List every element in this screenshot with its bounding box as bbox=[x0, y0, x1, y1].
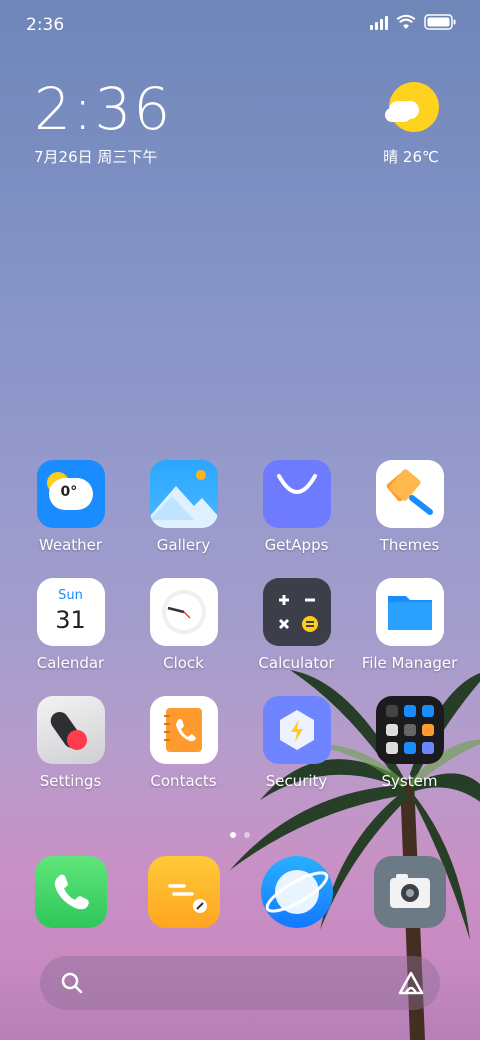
dock-app-notes[interactable] bbox=[127, 856, 240, 928]
status-icons bbox=[370, 14, 456, 30]
settings-toggle-icon bbox=[36, 696, 105, 764]
app-label: Clock bbox=[163, 654, 204, 672]
app-gallery[interactable]: Gallery bbox=[127, 460, 240, 554]
app-security[interactable]: Security bbox=[240, 696, 353, 790]
search-bar[interactable] bbox=[40, 956, 440, 1010]
calendar-date: 31 bbox=[55, 606, 86, 634]
wifi-icon bbox=[396, 14, 416, 29]
status-bar: 2:36 bbox=[0, 0, 480, 50]
dock-app-browser[interactable] bbox=[240, 856, 353, 928]
app-file-manager[interactable]: File Manager bbox=[353, 578, 466, 672]
contacts-icon bbox=[149, 696, 218, 764]
clock-widget-time: 2:36 bbox=[34, 75, 173, 143]
page-indicator bbox=[0, 832, 480, 838]
app-contacts[interactable]: Contacts bbox=[127, 696, 240, 790]
battery-icon bbox=[424, 14, 456, 30]
clock-widget[interactable]: 2:36 7月26日 周三下午 bbox=[34, 78, 172, 167]
status-time: 2:36 bbox=[26, 15, 65, 35]
folder-icon bbox=[375, 578, 444, 646]
dock bbox=[14, 856, 466, 928]
browser-icon bbox=[260, 856, 333, 928]
app-weather[interactable]: 0° Weather bbox=[14, 460, 127, 554]
app-calendar[interactable]: Sun 31 Calendar bbox=[14, 578, 127, 672]
calendar-day: Sun bbox=[58, 588, 83, 603]
app-themes[interactable]: Themes bbox=[353, 460, 466, 554]
app-getapps[interactable]: GetApps bbox=[240, 460, 353, 554]
weather-icon: 0° bbox=[36, 460, 105, 528]
app-clock[interactable]: Clock bbox=[127, 578, 240, 672]
security-shield-icon bbox=[262, 696, 331, 764]
clock-icon bbox=[149, 578, 218, 646]
dock-app-phone[interactable] bbox=[14, 856, 127, 928]
app-label: Gallery bbox=[156, 536, 211, 554]
app-label: GetApps bbox=[264, 536, 329, 554]
weather-widget-text: 晴 26℃ bbox=[383, 148, 439, 166]
app-system-folder[interactable]: System bbox=[353, 696, 466, 790]
camera-icon bbox=[373, 856, 446, 928]
notes-icon bbox=[147, 856, 220, 928]
calculator-icon bbox=[262, 578, 331, 646]
app-label: System bbox=[381, 772, 438, 790]
themes-icon bbox=[375, 460, 444, 528]
gallery-icon bbox=[149, 460, 218, 528]
clock-widget-date: 7月26日 周三下午 bbox=[34, 148, 158, 166]
calendar-icon: Sun 31 bbox=[36, 578, 105, 646]
getapps-icon bbox=[262, 460, 331, 528]
signal-icon bbox=[370, 14, 388, 30]
app-label: Security bbox=[265, 772, 328, 790]
ai-assistant-icon[interactable] bbox=[398, 971, 424, 995]
app-label: Weather bbox=[38, 536, 103, 554]
app-label: Settings bbox=[39, 772, 102, 790]
app-label: Contacts bbox=[150, 772, 217, 790]
app-label: Calendar bbox=[36, 654, 105, 672]
app-label: File Manager bbox=[361, 654, 458, 672]
app-calculator[interactable]: Calculator bbox=[240, 578, 353, 672]
app-label: Calculator bbox=[258, 654, 335, 672]
page-dot bbox=[230, 832, 236, 838]
app-label: Themes bbox=[379, 536, 440, 554]
search-icon[interactable] bbox=[60, 971, 84, 995]
sunny-icon bbox=[385, 82, 439, 134]
page-dot bbox=[244, 832, 250, 838]
phone-icon bbox=[34, 856, 107, 928]
app-grid: 0° Weather Gallery GetApps Themes Sun 31… bbox=[14, 460, 466, 790]
dock-app-camera[interactable] bbox=[353, 856, 466, 928]
weather-widget[interactable]: 晴 26℃ bbox=[376, 82, 446, 167]
app-settings[interactable]: Settings bbox=[14, 696, 127, 790]
system-folder-icon bbox=[375, 696, 444, 764]
